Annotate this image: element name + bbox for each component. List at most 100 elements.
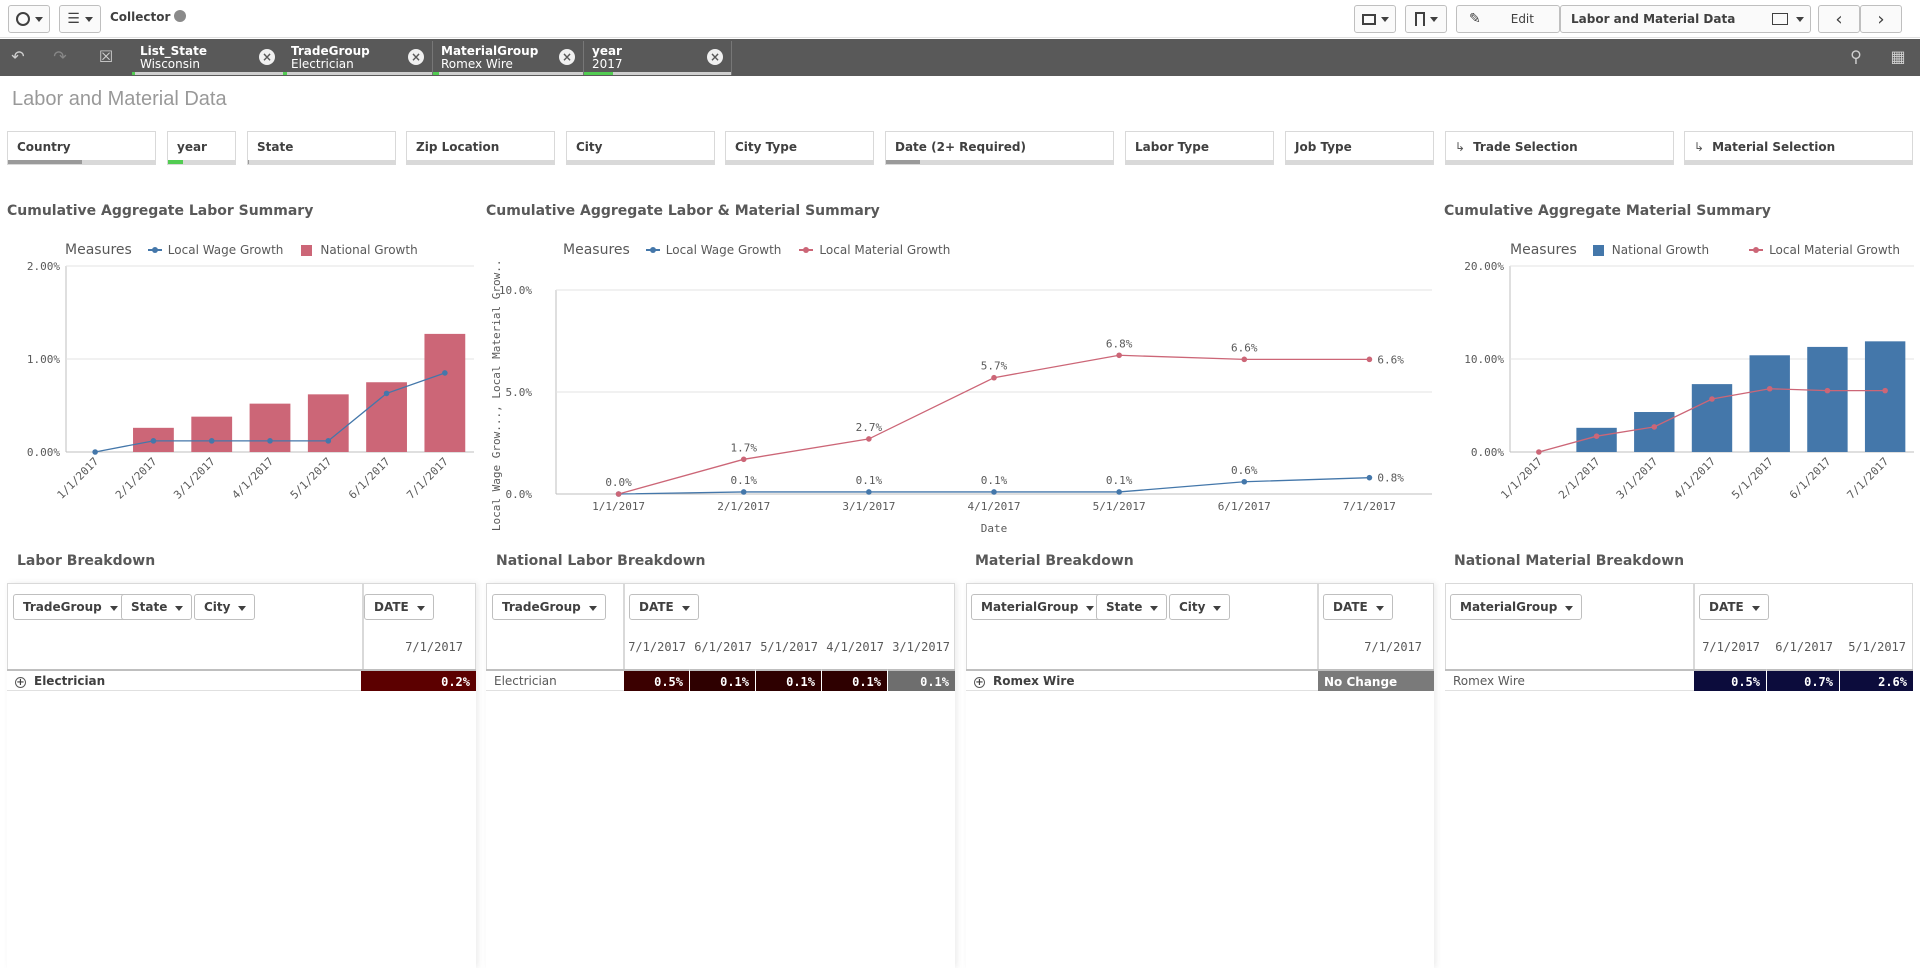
close-icon[interactable]: × <box>707 49 723 65</box>
table-cell[interactable]: 0.7% <box>1767 669 1840 691</box>
legend-label: Local Wage Growth <box>167 243 284 257</box>
material-chart-legend[interactable]: Measures National Growth Local Material … <box>1510 242 1918 258</box>
filter-zip-location[interactable]: Zip Location <box>406 131 555 165</box>
previous-sheet-button[interactable]: ‹ <box>1818 5 1860 33</box>
table-row[interactable]: + Romex Wire <box>966 669 1318 691</box>
selection-chip-materialgroup[interactable]: MaterialGroup Romex Wire × <box>433 41 584 75</box>
date-column-header[interactable]: 7/1/2017 <box>363 640 463 654</box>
filter-year[interactable]: year <box>167 131 236 165</box>
expand-icon[interactable]: + <box>15 677 26 688</box>
filter-label: Material Selection <box>1712 140 1836 154</box>
labor-material-summary-chart[interactable]: 10.0% 5.0% 0.0% 0.0% 0.1% 0.1% 0.1% 0.1% 0.6% 0.8… <box>480 260 1440 550</box>
legend-item[interactable]: National Growth <box>1592 243 1709 257</box>
dim-tradegroup-button[interactable]: TradeGroup <box>13 594 127 620</box>
filter-material-selection[interactable]: ↳ Material Selection <box>1684 131 1913 165</box>
filter-date[interactable]: Date (2+ Required) <box>885 131 1114 165</box>
legend-marker <box>1749 247 1764 253</box>
dim-materialgroup-button[interactable]: MaterialGroup <box>1450 594 1583 620</box>
chart-bar <box>424 333 466 452</box>
selection-chip-year[interactable]: year 2017 × <box>584 41 732 75</box>
row-label: Electrician <box>34 674 106 688</box>
date-column-header[interactable]: 3/1/2017 <box>888 640 950 654</box>
step-forward-icon[interactable]: ↷ <box>48 47 72 67</box>
labor-chart-legend[interactable]: Measures Local Wage Growth National Grow… <box>65 242 436 258</box>
bookmarks-button[interactable] <box>1405 5 1447 33</box>
legend-item[interactable]: National Growth <box>301 243 418 257</box>
filter-city-type[interactable]: City Type <box>725 131 874 165</box>
date-column-header[interactable]: 5/1/2017 <box>756 640 818 654</box>
legend-item[interactable]: Local Material Growth <box>799 243 950 257</box>
table-row[interactable]: + Electrician <box>7 669 361 691</box>
x-tick-label: 6/1/2017 <box>1787 455 1834 502</box>
filter-bar <box>8 160 155 164</box>
dim-city-button[interactable]: City <box>1169 594 1231 620</box>
dim-state-button[interactable]: State <box>1096 594 1168 620</box>
y-tick-label: 20.00% <box>1464 260 1504 273</box>
filter-city[interactable]: City <box>566 131 715 165</box>
legend-item[interactable]: Local Wage Growth <box>147 243 284 257</box>
pill-label: State <box>131 600 168 614</box>
step-back-icon[interactable]: ↶ <box>6 47 30 67</box>
x-tick-label: 5/1/2017 <box>1093 500 1146 513</box>
dim-materialgroup-button[interactable]: MaterialGroup <box>971 594 1104 620</box>
table-cell[interactable]: 0.5% <box>1694 669 1767 691</box>
filter-country[interactable]: Country <box>7 131 156 165</box>
edit-button[interactable]: ✎ Edit <box>1456 5 1560 33</box>
filter-state[interactable]: State <box>247 131 396 165</box>
date-column-header[interactable]: 6/1/2017 <box>1767 640 1833 654</box>
table-cell[interactable]: 0.1% <box>888 669 955 691</box>
clear-all-icon[interactable]: ☒ <box>94 47 118 67</box>
date-column-header[interactable]: 4/1/2017 <box>822 640 884 654</box>
table-cell[interactable]: 0.1% <box>822 669 888 691</box>
table-cell[interactable]: No Change <box>1318 669 1434 691</box>
chevron-right-icon: › <box>1877 8 1885 30</box>
table-cell[interactable]: 2.6% <box>1840 669 1913 691</box>
table-cell[interactable]: 0.2% <box>361 669 476 691</box>
close-icon[interactable]: × <box>559 49 575 65</box>
pill-label: MaterialGroup <box>1460 600 1558 614</box>
date-column-header[interactable]: 7/1/2017 <box>1318 640 1422 654</box>
edit-label: Edit <box>1510 12 1534 26</box>
table-row[interactable]: Electrician <box>486 669 624 691</box>
close-icon[interactable]: × <box>259 49 275 65</box>
global-menu-button[interactable]: ☰ <box>59 5 101 33</box>
sheet-selector[interactable]: Labor and Material Data <box>1560 5 1811 33</box>
legend-item[interactable]: Local Wage Growth <box>645 243 781 257</box>
material-summary-chart[interactable]: 20.00% 10.00% 0.00%1/1/2017 2/1/2017 3/1/201… <box>1440 260 1920 510</box>
dim-tradegroup-button[interactable]: TradeGroup <box>492 594 606 620</box>
next-sheet-button[interactable]: › <box>1860 5 1902 33</box>
selection-chip-tradegroup[interactable]: TradeGroup Electrician × <box>283 41 433 75</box>
dim-date-button[interactable]: DATE <box>629 594 699 620</box>
date-column-header[interactable]: 7/1/2017 <box>624 640 686 654</box>
selection-tool-icon[interactable]: ▦ <box>1886 47 1910 67</box>
selection-chip-list-state[interactable]: List_State Wisconsin × <box>132 41 284 75</box>
date-column-header[interactable]: 5/1/2017 <box>1840 640 1906 654</box>
dim-date-button[interactable]: DATE <box>1323 594 1393 620</box>
table-cell[interactable]: 0.1% <box>690 669 756 691</box>
search-icon[interactable]: ⚲ <box>1844 47 1868 67</box>
dim-state-button[interactable]: State <box>121 594 193 620</box>
dim-date-button[interactable]: DATE <box>364 594 434 620</box>
y-axis-title: Local Wage Grow..., Local Material Grow.… <box>490 260 503 531</box>
date-column-header[interactable]: 6/1/2017 <box>690 640 752 654</box>
chart-bar <box>249 403 291 452</box>
dim-city-button[interactable]: City <box>194 594 256 620</box>
filter-trade-selection[interactable]: ↳ Trade Selection <box>1445 131 1674 165</box>
legend-item[interactable]: Local Material Growth <box>1749 243 1900 257</box>
table-cell[interactable]: 0.1% <box>756 669 822 691</box>
filter-labor-type[interactable]: Labor Type <box>1125 131 1274 165</box>
table-cell[interactable]: 0.5% <box>624 669 690 691</box>
close-icon[interactable]: × <box>408 49 424 65</box>
dim-date-button[interactable]: DATE <box>1699 594 1769 620</box>
pill-label: City <box>204 600 231 614</box>
labor-summary-chart[interactable]: 2.00% 1.00% 0.00%1/1/2017 2/1/2017 3/1/2017 4… <box>0 260 480 510</box>
national-material-breakdown-title: National Material Breakdown <box>1454 553 1685 569</box>
expand-icon[interactable]: + <box>974 677 985 688</box>
story-button[interactable] <box>1354 5 1396 33</box>
table-row[interactable]: Romex Wire <box>1445 669 1694 691</box>
navigation-menu-button[interactable] <box>8 5 50 33</box>
filter-job-type[interactable]: Job Type <box>1285 131 1434 165</box>
combined-chart-legend[interactable]: Measures Local Wage Growth Local Materia… <box>563 242 968 258</box>
legend-marker <box>799 247 814 253</box>
date-column-header[interactable]: 7/1/2017 <box>1694 640 1760 654</box>
